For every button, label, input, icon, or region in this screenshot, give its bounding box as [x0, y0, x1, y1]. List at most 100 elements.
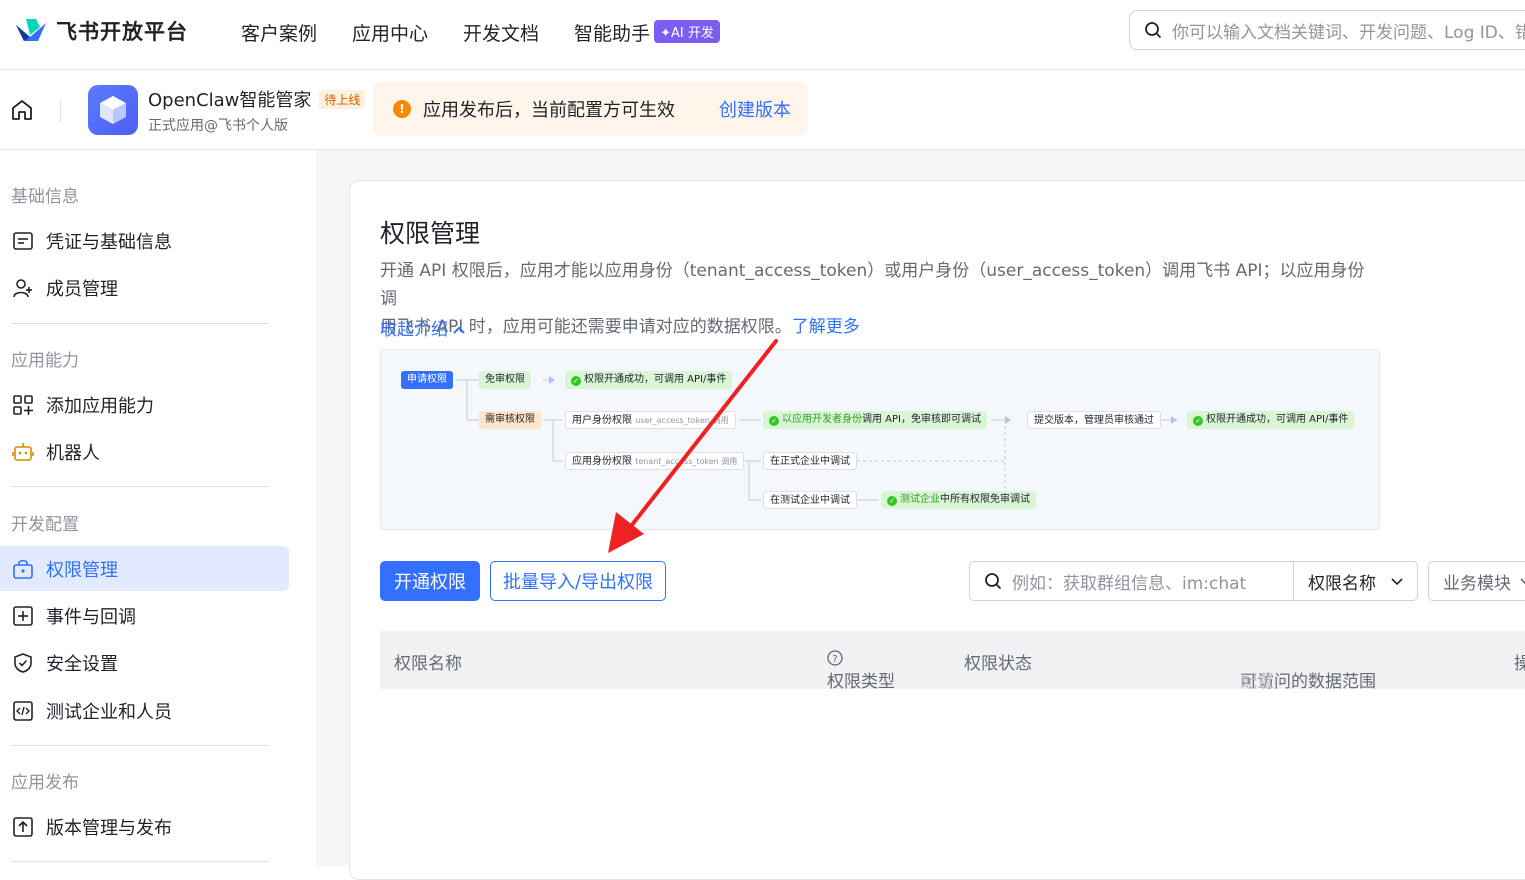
flow-prod-debug: 在正式企业中调试 [763, 452, 857, 470]
ai-badge: ✦AI 开发 [654, 20, 720, 43]
nav-dev-docs[interactable]: 开发文档 [463, 19, 539, 46]
sidebar-item-label: 成员管理 [46, 278, 118, 300]
open-permission-button[interactable]: 开通权限 [380, 561, 480, 601]
sidebar-item-label: 版本管理与发布 [46, 817, 172, 839]
sidebar-section-basic: 基础信息 [11, 187, 79, 207]
flow-success-2: ✓ 权限开通成功，可调用 API/事件 [1187, 411, 1355, 429]
chevron-down-icon [1520, 578, 1525, 585]
app-bar: OpenClaw智能管家 待上线 正式应用@飞书个人版 ! 应用发布后，当前配置方… [0, 70, 1525, 150]
sidebar-item-test-tenants[interactable]: 测试企业和人员 [0, 688, 289, 733]
sidebar: 基础信息 凭证与基础信息 成员管理 应用能力 添加应用能力 机器人 开发配置 权… [0, 150, 318, 866]
notice-text: 应用发布后，当前配置方可生效 [423, 100, 675, 121]
flow-dev-identity-rest: 调用 API，免审核即可调试 [862, 414, 981, 425]
id-card-icon [13, 231, 33, 250]
home-icon[interactable] [10, 98, 34, 126]
learn-more-link[interactable]: 了解更多 [792, 317, 860, 337]
top-nav: 客户案例 应用中心 开发文档 智能助手 ✦AI 开发 [241, 19, 720, 46]
check-icon: ✓ [769, 416, 779, 426]
flow-app-perm-text: 应用身份权限 [572, 456, 632, 467]
sidebar-item-bot[interactable]: 机器人 [0, 429, 289, 474]
sidebar-item-credentials[interactable]: 凭证与基础信息 [0, 218, 289, 263]
nav-assistant[interactable]: 智能助手 ✦AI 开发 [574, 19, 720, 46]
table-header: 权限名称 权限类型 ? 权限状态 可访问的数据范围 配置 › 操作 [380, 631, 1525, 692]
app-subtitle: 正式应用@飞书个人版 [148, 118, 288, 134]
sidebar-item-add-capability[interactable]: 添加应用能力 [0, 382, 289, 427]
code-icon [13, 700, 33, 721]
flow-no-review: 免审权限 [479, 371, 531, 389]
flow-app-perm: 应用身份权限 tenant_access_token 调用 [565, 452, 745, 470]
flow-need-review: 需审核权限 [479, 411, 541, 429]
divider [11, 323, 269, 324]
svg-text:?: ? [832, 654, 837, 665]
search-field-select[interactable]: 权限名称 [1293, 561, 1418, 601]
search-field-value: 权限名称 [1308, 573, 1376, 594]
create-version-link[interactable]: 创建版本 [719, 96, 791, 122]
flow-user-perm-text: 用户身份权限 [572, 415, 632, 426]
sidebar-item-label: 机器人 [46, 442, 100, 464]
search-placeholder: 你可以输入文档关键词、开发问题、Log ID、错误码 [1172, 22, 1525, 43]
flow-test-tenant-hl: 测试企业 [900, 494, 940, 505]
nav-assistant-label: 智能助手 [574, 23, 651, 45]
col-permission-type-label: 权限类型 [827, 672, 895, 692]
divider [11, 745, 269, 746]
sidebar-item-label: 安全设置 [46, 653, 118, 675]
sidebar-item-label: 凭证与基础信息 [46, 231, 172, 253]
divider [60, 100, 61, 122]
permission-search-input[interactable]: 例如：获取群组信息、im:chat [969, 561, 1294, 601]
col-permission-name: 权限名称 [394, 654, 462, 674]
flow-dev-identity: ✓ 以应用开发者身份调用 API，免审核即可调试 [763, 411, 987, 429]
status-badge: 待上线 [319, 90, 366, 109]
sidebar-item-members[interactable]: 成员管理 [0, 265, 289, 310]
flow-dev-identity-hl: 以应用开发者身份 [782, 414, 862, 425]
module-select[interactable]: 业务模块 [1428, 561, 1525, 601]
divider [11, 861, 269, 862]
logo[interactable]: 飞书开放平台 [14, 16, 188, 46]
module-select-value: 业务模块 [1443, 573, 1511, 594]
flow-success-2-text: 权限开通成功，可调用 API/事件 [1206, 414, 1349, 425]
add-user-icon [13, 278, 32, 297]
page-description: 开通 API 权限后，应用才能以应用身份（tenant_access_token… [380, 257, 1380, 341]
chevron-right-icon: › [1240, 667, 1247, 687]
search-icon [985, 573, 1002, 590]
flow-test-debug: 在测试企业中调试 [763, 491, 857, 509]
grid-plus-icon [13, 394, 33, 415]
sidebar-item-label: 权限管理 [46, 559, 118, 581]
col-permission-type[interactable]: 权限类型 ? [827, 649, 895, 692]
collapse-intro-toggle[interactable]: 收起介绍 [380, 315, 466, 340]
batch-import-export-button[interactable]: 批量导入/导出权限 [490, 561, 666, 601]
cube-icon [100, 96, 126, 124]
check-icon: ✓ [1193, 416, 1203, 426]
sidebar-item-label: 测试企业和人员 [46, 701, 172, 723]
page-title: 权限管理 [380, 219, 481, 248]
desc-line-1: 开通 API 权限后，应用才能以应用身份（tenant_access_token… [380, 261, 1365, 309]
sidebar-item-label: 事件与回调 [46, 606, 136, 628]
chevron-up-icon [453, 326, 466, 334]
robot-icon [12, 442, 34, 461]
nav-customer-cases[interactable]: 客户案例 [241, 19, 317, 46]
app-name: OpenClaw智能管家 待上线 [148, 86, 366, 112]
global-search-input[interactable]: 你可以输入文档关键词、开发问题、Log ID、错误码 [1129, 10, 1525, 50]
check-icon: ✓ [571, 376, 581, 386]
flow-tenant-token: tenant_access_token 调用 [635, 457, 738, 466]
sidebar-item-security[interactable]: 安全设置 [0, 640, 289, 685]
upload-icon [13, 816, 33, 837]
divider [11, 486, 269, 487]
feishu-logo-icon [16, 19, 46, 41]
col-permission-status: 权限状态 [964, 654, 1032, 674]
flow-success-text: 权限开通成功，可调用 API/事件 [584, 374, 727, 385]
event-icon [13, 605, 33, 626]
app-name-text: OpenClaw智能管家 [148, 90, 312, 111]
sidebar-item-permissions[interactable]: 权限管理 [0, 546, 289, 591]
nav-app-center[interactable]: 应用中心 [352, 19, 428, 46]
flow-success: ✓ 权限开通成功，可调用 API/事件 [565, 371, 733, 389]
check-icon: ✓ [887, 496, 897, 506]
permission-flow-diagram: 申请权限 免审权限 ✓ 权限开通成功，可调用 API/事件 需审核权限 用户身份权… [380, 349, 1380, 530]
sidebar-item-versions[interactable]: 版本管理与发布 [0, 804, 289, 849]
sidebar-item-events[interactable]: 事件与回调 [0, 593, 289, 638]
warning-icon: ! [393, 100, 411, 118]
search-icon [1145, 22, 1162, 39]
help-icon: ? [827, 650, 843, 666]
flow-test-tenant: ✓ 测试企业中所有权限免审调试 [881, 491, 1036, 509]
flow-user-perm: 用户身份权限 user_access_token 调用 [565, 411, 736, 429]
sidebar-section-capabilities: 应用能力 [11, 351, 79, 371]
